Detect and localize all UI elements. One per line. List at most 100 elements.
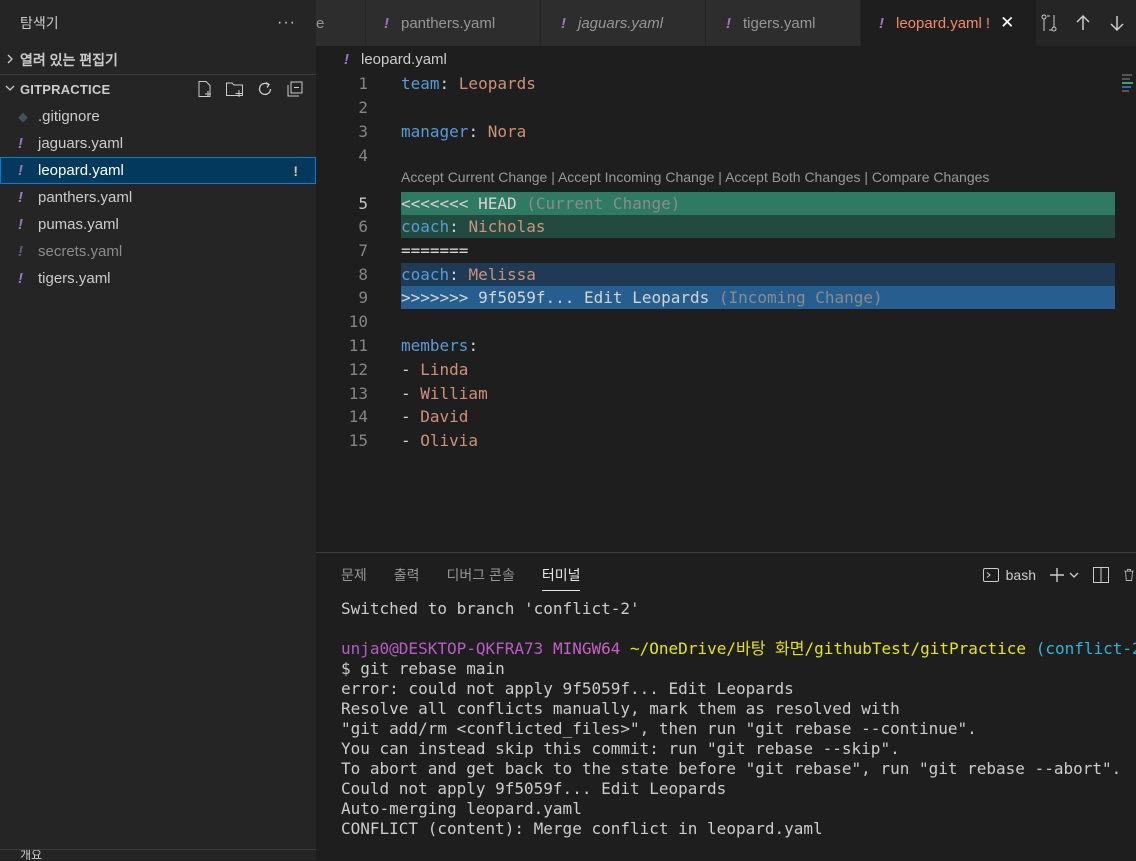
- code-line: 13 - William: [316, 382, 1116, 405]
- yaml-colon: :: [439, 74, 459, 93]
- yaml-value: William: [420, 384, 488, 403]
- file-item-gitignore[interactable]: ◆ .gitignore: [0, 103, 316, 130]
- sidebar-title: 탐색기: [20, 15, 59, 31]
- tab-label: jaguars.yaml: [578, 14, 664, 32]
- code-line: 11 members:: [316, 334, 1116, 357]
- accept-both-changes-link[interactable]: Accept Both Changes: [725, 169, 860, 185]
- line-number: 5: [358, 194, 368, 213]
- terminal-selector[interactable]: bash: [982, 566, 1036, 584]
- conflict-marker-text: >>>>>>> 9f5059f... Edit Leopards: [401, 288, 719, 307]
- yaml-colon: :: [468, 336, 479, 355]
- new-folder-icon[interactable]: [224, 79, 246, 99]
- tab-panthers[interactable]: ! panthers.yaml: [366, 0, 541, 46]
- yaml-file-icon: !: [18, 270, 23, 287]
- accept-current-change-link[interactable]: Accept Current Change: [401, 169, 547, 185]
- yaml-file-icon: !: [18, 135, 23, 152]
- folder-name: GITPRACTICE: [20, 81, 111, 97]
- line-number: 2: [358, 98, 368, 117]
- refresh-icon[interactable]: [254, 79, 276, 99]
- more-actions-icon[interactable]: ···: [277, 14, 296, 32]
- file-item-pumas[interactable]: ! pumas.yaml: [0, 211, 316, 238]
- yaml-file-icon: !: [344, 50, 349, 68]
- minimap[interactable]: [1122, 72, 1134, 102]
- trash-icon[interactable]: [1122, 565, 1136, 585]
- yaml-key: members: [401, 336, 469, 355]
- tab-tigers[interactable]: ! tigers.yaml: [706, 0, 861, 46]
- breadcrumb-file: leopard.yaml: [361, 50, 447, 68]
- arrow-up-icon[interactable]: [1070, 13, 1096, 33]
- yaml-value: Nicholas: [468, 217, 546, 236]
- file-name: leopard.yaml: [38, 162, 124, 179]
- file-item-leopard[interactable]: ! leopard.yaml !: [0, 157, 316, 184]
- open-editors-section[interactable]: 열려 있는 편집기: [0, 46, 316, 74]
- yaml-colon: :: [449, 265, 469, 284]
- file-name: jaguars.yaml: [38, 135, 124, 152]
- line-number: 13: [348, 384, 368, 403]
- compare-changes-link[interactable]: Compare Changes: [872, 169, 990, 185]
- tab-leopard[interactable]: ! leopard.yaml ! ✕: [861, 0, 1041, 46]
- breadcrumb[interactable]: ! leopard.yaml: [316, 46, 447, 72]
- arrow-down-icon[interactable]: [1104, 13, 1130, 33]
- yaml-value: Melissa: [468, 265, 536, 284]
- terminal-output[interactable]: Switched to branch 'conflict-2' unja0@DE…: [341, 599, 1136, 839]
- tab-terminal[interactable]: 터미널: [541, 565, 581, 591]
- code-line: 1 team: Leopards: [316, 72, 1116, 95]
- terminal-line: error: could not apply 9f5059f... Edit L…: [341, 679, 794, 698]
- line-number: 15: [348, 431, 368, 450]
- bottom-panel: 문제 출력 디버그 콘솔 터미널 bash Switched to branch…: [316, 552, 1136, 861]
- terminal-line: To abort and get back to the state befor…: [341, 759, 1122, 778]
- yaml-key: coach: [401, 265, 450, 284]
- file-item-jaguars[interactable]: ! jaguars.yaml: [0, 130, 316, 157]
- yaml-value: Olivia: [420, 431, 479, 450]
- file-name: panthers.yaml: [38, 189, 133, 206]
- yaml-key: team: [401, 74, 440, 93]
- code-line: 2: [316, 96, 1116, 119]
- tab-label: panthers.yaml: [401, 14, 496, 32]
- explorer-folder-header[interactable]: GITPRACTICE: [0, 74, 316, 103]
- terminal-line: "git add/rm <conflicted_files>", then ru…: [341, 719, 977, 738]
- compare-changes-icon[interactable]: [1036, 13, 1062, 33]
- yaml-value: David: [420, 407, 469, 426]
- chevron-down-icon: [0, 82, 20, 96]
- accept-incoming-change-link[interactable]: Accept Incoming Change: [558, 169, 714, 185]
- tab-label: tigers.yaml: [743, 14, 816, 32]
- terminal-line: Auto-merging leopard.yaml: [341, 799, 582, 818]
- line-number: 3: [358, 122, 368, 141]
- tab-jaguars[interactable]: ! jaguars.yaml: [541, 0, 706, 46]
- add-terminal-icon[interactable]: [1046, 565, 1068, 585]
- explorer-sidebar: 탐색기 ··· 열려 있는 편집기 GITPRACTICE ◆ .gitigno…: [0, 0, 316, 860]
- code-line: 9 >>>>>>> 9f5059f... Edit Leopards (Inco…: [316, 286, 1116, 309]
- terminal-line: You can instead skip this commit: run "g…: [341, 739, 900, 758]
- file-item-tigers[interactable]: ! tigers.yaml: [0, 265, 316, 292]
- line-number: 14: [348, 407, 368, 426]
- file-item-secrets[interactable]: ! secrets.yaml: [0, 238, 316, 265]
- file-item-panthers[interactable]: ! panthers.yaml: [0, 184, 316, 211]
- yaml-colon: :: [468, 122, 488, 141]
- tab-debug-console[interactable]: 디버그 콘솔: [447, 565, 515, 591]
- code-line: 6 coach: Nicholas: [316, 215, 1116, 238]
- code-line: 5 <<<<<<< HEAD (Current Change): [316, 192, 1116, 215]
- prompt-path: ~/OneDrive/바탕 화면/githubTest/gitPractice: [630, 639, 1027, 658]
- close-icon[interactable]: ✕: [1000, 13, 1014, 33]
- split-terminal-icon[interactable]: [1090, 565, 1112, 585]
- chevron-down-icon[interactable]: [1068, 565, 1080, 585]
- new-file-icon[interactable]: [194, 79, 216, 99]
- outline-section[interactable]: 개요: [0, 849, 316, 860]
- tab-output[interactable]: 출력: [394, 565, 420, 591]
- panel-tabs: 문제 출력 디버그 콘솔 터미널: [341, 565, 581, 591]
- line-number: 7: [358, 241, 368, 260]
- code-editor[interactable]: 1 team: Leopards 2 3 manager: Nora 4 Acc…: [316, 72, 1136, 552]
- line-number: 1: [358, 74, 368, 93]
- collapse-all-icon[interactable]: [284, 79, 306, 99]
- yaml-colon: :: [449, 217, 469, 236]
- tab-problems[interactable]: 문제: [341, 565, 367, 591]
- code-line: 3 manager: Nora: [316, 120, 1116, 143]
- codelens-separator: |: [547, 169, 558, 185]
- terminal-command: $ git rebase main: [341, 659, 505, 678]
- conflict-marker-hint: (Current Change): [526, 194, 681, 213]
- prompt-user: unja0@DESKTOP-QKFRA73: [341, 639, 544, 658]
- file-tree: ◆ .gitignore ! jaguars.yaml ! leopard.ya…: [0, 103, 316, 292]
- tab-label: leopard.yaml: [896, 14, 982, 32]
- tab-truncated[interactable]: e: [316, 0, 366, 46]
- line-number: 10: [348, 312, 368, 331]
